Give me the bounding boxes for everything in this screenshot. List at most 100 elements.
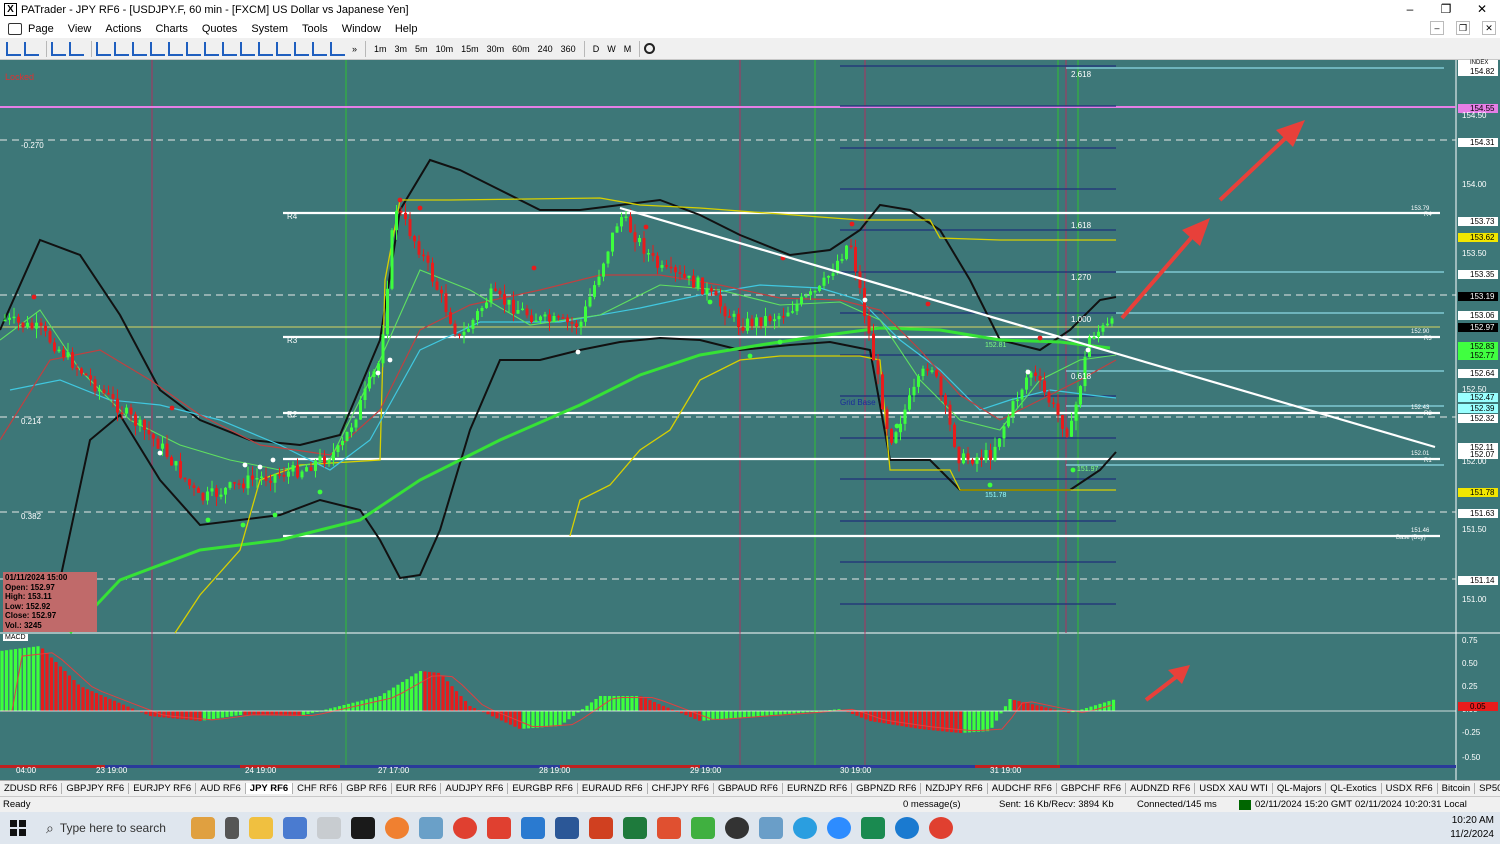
- app-blue-icon[interactable]: [419, 817, 443, 839]
- excel-icon[interactable]: [623, 817, 647, 839]
- refresh-icon[interactable]: [644, 43, 656, 54]
- grid-icon[interactable]: [222, 41, 237, 56]
- menu-quotes[interactable]: Quotes: [202, 23, 237, 35]
- tf-monthly[interactable]: M: [624, 44, 632, 54]
- powerpoint-icon[interactable]: [589, 817, 613, 839]
- more-tools-button[interactable]: »: [352, 44, 357, 54]
- tab-zdusd-rf6[interactable]: ZDUSD RF6: [0, 783, 63, 794]
- fib-icon[interactable]: [186, 41, 201, 56]
- tab-bitcoin[interactable]: Bitcoin: [1438, 783, 1476, 794]
- tf-15m[interactable]: 15m: [461, 44, 479, 54]
- menu-window[interactable]: Window: [342, 23, 381, 35]
- task-view-icon[interactable]: [225, 817, 239, 839]
- word-icon[interactable]: [555, 817, 579, 839]
- tab-eurgbp-rf6[interactable]: EURGBP RF6: [508, 783, 578, 794]
- vline-icon[interactable]: [132, 41, 147, 56]
- chart-canvas[interactable]: [0, 60, 1500, 780]
- disconnect-icon[interactable]: [24, 41, 39, 56]
- tab-jpy-rf6[interactable]: JPY RF6: [245, 783, 294, 794]
- zoom-icon[interactable]: [827, 817, 851, 839]
- tab-usdx-xau-wti[interactable]: USDX XAU WTI: [1195, 783, 1273, 794]
- price-chart[interactable]: Locked -0.270 0.214 0.382 2.618 1.618 1.…: [0, 60, 1500, 780]
- rectangle-icon[interactable]: [240, 41, 255, 56]
- tf-30m[interactable]: 30m: [487, 44, 505, 54]
- connect-icon[interactable]: [6, 41, 21, 56]
- page-menu-icon[interactable]: [8, 22, 22, 35]
- tab-gbpjpy-rf6[interactable]: GBPJPY RF6: [62, 783, 130, 794]
- hline-icon[interactable]: [114, 41, 129, 56]
- tf-1m[interactable]: 1m: [374, 44, 387, 54]
- taskbar-search[interactable]: ⌕ Type here to search: [36, 813, 186, 843]
- tab-gbpaud-rf6[interactable]: GBPAUD RF6: [714, 783, 783, 794]
- mdi-close-button[interactable]: ✕: [1482, 21, 1496, 35]
- tab-aud-rf6[interactable]: AUD RF6: [196, 783, 246, 794]
- tab-eurnzd-rf6[interactable]: EURNZD RF6: [783, 783, 853, 794]
- edge-icon[interactable]: [895, 817, 919, 839]
- maximize-button[interactable]: ❐: [1428, 0, 1464, 18]
- app-s-red-icon[interactable]: [487, 817, 511, 839]
- tab-usdx-rf6[interactable]: USDX RF6: [1382, 783, 1438, 794]
- channel-icon[interactable]: [168, 41, 183, 56]
- tab-nzdjpy-rf6[interactable]: NZDJPY RF6: [921, 783, 988, 794]
- chrome-2-icon[interactable]: [929, 817, 953, 839]
- settings-icon[interactable]: [725, 817, 749, 839]
- menu-system[interactable]: System: [251, 23, 288, 35]
- app-w-icon[interactable]: [861, 817, 885, 839]
- tf-weekly[interactable]: W: [607, 44, 616, 54]
- gann-icon[interactable]: [258, 41, 273, 56]
- measure-icon[interactable]: [330, 41, 345, 56]
- pitchfork-icon[interactable]: [276, 41, 291, 56]
- trendline-icon[interactable]: [150, 41, 165, 56]
- menu-view[interactable]: View: [68, 23, 92, 35]
- menu-tools[interactable]: Tools: [302, 23, 328, 35]
- file-explorer-icon[interactable]: [249, 817, 273, 839]
- mdi-minimize-button[interactable]: –: [1430, 21, 1444, 35]
- tab-ql-exotics[interactable]: QL-Exotics: [1326, 783, 1382, 794]
- tf-3m[interactable]: 3m: [395, 44, 408, 54]
- weather-widget-icon[interactable]: [191, 817, 215, 839]
- tf-5m[interactable]: 5m: [415, 44, 428, 54]
- mdi-restore-button[interactable]: ❐: [1456, 21, 1470, 35]
- menu-actions[interactable]: Actions: [105, 23, 141, 35]
- fib-ext-icon[interactable]: [204, 41, 219, 56]
- cycle-icon[interactable]: [294, 41, 309, 56]
- text-tool-icon[interactable]: [312, 41, 327, 56]
- tf-10m[interactable]: 10m: [436, 44, 454, 54]
- menu-charts[interactable]: Charts: [155, 23, 187, 35]
- tf-240[interactable]: 240: [538, 44, 553, 54]
- calculator-icon[interactable]: [283, 817, 307, 839]
- telegram-icon[interactable]: [793, 817, 817, 839]
- patrader-icon[interactable]: [317, 817, 341, 839]
- tab-euraud-rf6[interactable]: EURAUD RF6: [578, 783, 648, 794]
- tab-audnzd-rf6[interactable]: AUDNZD RF6: [1126, 783, 1196, 794]
- app-c-red-icon[interactable]: [657, 817, 681, 839]
- tab-sp500-rf6[interactable]: SP500 RF6: [1475, 783, 1500, 794]
- menu-help[interactable]: Help: [395, 23, 418, 35]
- tab-audjpy-rf6[interactable]: AUDJPY RF6: [441, 783, 509, 794]
- tab-chf-rf6[interactable]: CHF RF6: [293, 783, 343, 794]
- tc-app-icon[interactable]: [351, 817, 375, 839]
- tab-gbpchf-rf6[interactable]: GBPCHF RF6: [1057, 783, 1127, 794]
- tab-ql-majors[interactable]: QL-Majors: [1273, 783, 1327, 794]
- chart-icon[interactable]: [51, 41, 66, 56]
- app-screen-icon[interactable]: [759, 817, 783, 839]
- tab-gbp-rf6[interactable]: GBP RF6: [342, 783, 392, 794]
- windows-start-icon[interactable]: [0, 812, 36, 844]
- menu-page[interactable]: Page: [28, 23, 54, 35]
- tab-audchf-rf6[interactable]: AUDCHF RF6: [988, 783, 1057, 794]
- tf-60m[interactable]: 60m: [512, 44, 530, 54]
- tab-gbpnzd-rf6[interactable]: GBPNZD RF6: [852, 783, 922, 794]
- tf-360[interactable]: 360: [561, 44, 576, 54]
- crosshair-icon[interactable]: [69, 41, 84, 56]
- minimize-button[interactable]: –: [1392, 0, 1428, 18]
- close-button[interactable]: ✕: [1464, 0, 1500, 18]
- chrome-icon[interactable]: [453, 817, 477, 839]
- tf-daily[interactable]: D: [593, 44, 600, 54]
- app-orange-icon[interactable]: [385, 817, 409, 839]
- tab-eurjpy-rf6[interactable]: EURJPY RF6: [129, 783, 197, 794]
- app-s-blue-icon[interactable]: [521, 817, 545, 839]
- tab-chfjpy-rf6[interactable]: CHFJPY RF6: [648, 783, 714, 794]
- tab-eur-rf6[interactable]: EUR RF6: [392, 783, 442, 794]
- cursor-icon[interactable]: [96, 41, 111, 56]
- app-c-green-icon[interactable]: [691, 817, 715, 839]
